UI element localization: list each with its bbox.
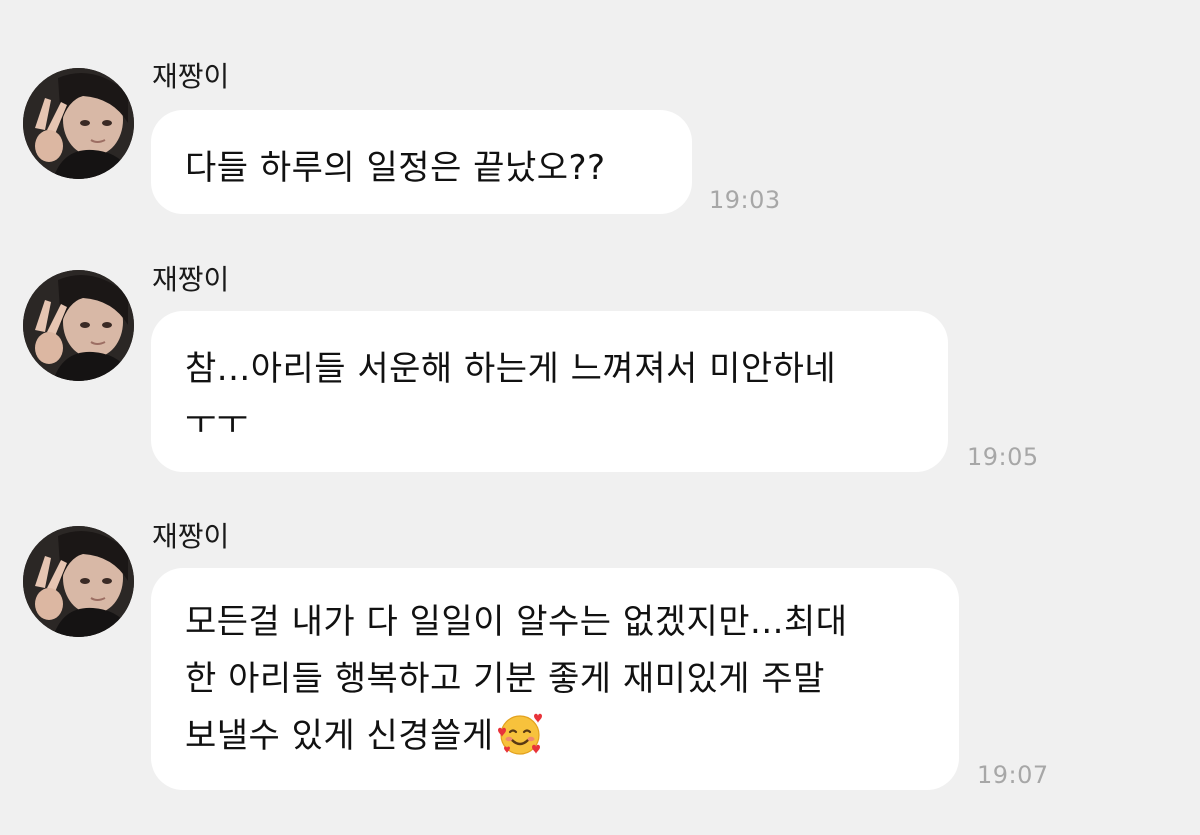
- message-timestamp: 19:03: [709, 186, 781, 214]
- avatar[interactable]: [23, 526, 134, 637]
- sender-name: 재짱이: [152, 60, 230, 93]
- message-bubble[interactable]: 모든걸 내가 다 일일이 알수는 없겠지만...최대 한 아리들 행복하고 기분…: [151, 568, 959, 790]
- smiling-face-with-hearts-icon: [497, 713, 542, 755]
- message-text-line-1: 참...아리들 서운해 하는게 느껴져서 미안하네: [185, 349, 837, 389]
- sender-name: 재짱이: [152, 520, 230, 553]
- message-timestamp: 19:05: [967, 443, 1039, 471]
- avatar-photo: [23, 526, 134, 637]
- avatar-photo: [23, 270, 134, 381]
- avatar[interactable]: [23, 270, 134, 381]
- avatar-photo: [23, 68, 134, 179]
- message-text-line-2: ㅜㅜ: [185, 403, 249, 443]
- message-bubble[interactable]: 참...아리들 서운해 하는게 느껴져서 미안하네 ㅜㅜ: [151, 311, 948, 472]
- message-text-line-2: 한 아리들 행복하고 기분 좋게 재미있게 주말: [185, 659, 825, 699]
- message-text-line-3-text: 보낼수 있게 신경쓸게: [185, 716, 494, 756]
- message-bubble[interactable]: 다들 하루의 일정은 끝났오??: [151, 110, 692, 214]
- message-text-line-1: 모든걸 내가 다 일일이 알수는 없겠지만...최대: [185, 602, 848, 642]
- message-text: 다들 하루의 일정은 끝났오??: [185, 148, 606, 188]
- message-text-line-3: 보낼수 있게 신경쓸게: [185, 708, 925, 765]
- avatar[interactable]: [23, 68, 134, 179]
- sender-name: 재짱이: [152, 263, 230, 296]
- message-timestamp: 19:07: [977, 761, 1049, 789]
